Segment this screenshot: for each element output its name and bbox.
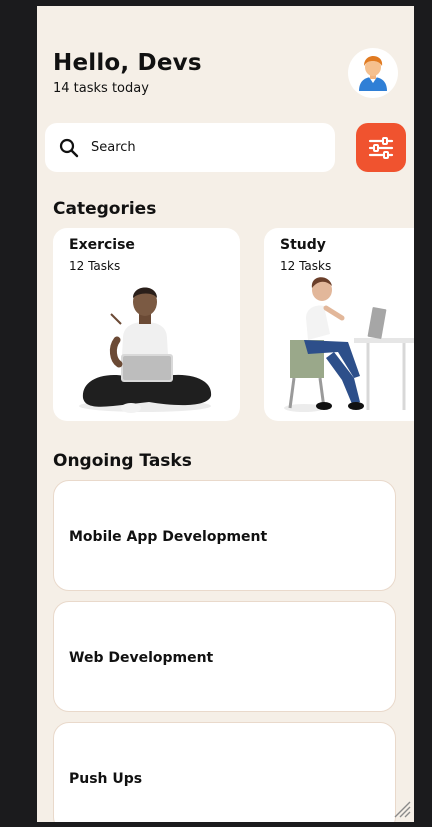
resize-grip-icon[interactable]	[393, 800, 411, 818]
exercise-illustration	[79, 287, 212, 413]
avatar[interactable]	[348, 48, 398, 98]
task-title: Mobile App Development	[69, 529, 268, 545]
category-card-study[interactable]: Study 12 Tasks	[264, 228, 414, 421]
ongoing-tasks-heading: Ongoing Tasks	[53, 451, 192, 471]
sliders-icon	[368, 136, 394, 159]
task-card[interactable]: Push Ups	[53, 722, 396, 822]
page-title: Hello, Devs	[53, 50, 202, 76]
tasks-today-count: 14 tasks today	[53, 81, 149, 96]
user-avatar-icon	[359, 56, 387, 91]
task-card[interactable]: Web Development	[53, 601, 396, 712]
task-card[interactable]: Mobile App Development	[53, 480, 396, 591]
study-illustration	[284, 277, 414, 412]
task-title: Web Development	[69, 650, 214, 666]
categories-heading: Categories	[53, 199, 157, 219]
task-title: Push Ups	[69, 771, 143, 787]
category-name: Exercise	[69, 237, 135, 253]
app-screen: Hello, Devs 14 tasks today Search Catego…	[37, 6, 414, 822]
filter-button[interactable]	[356, 123, 406, 172]
category-name: Study	[280, 237, 326, 253]
greeting-block: Hello, Devs 14 tasks today	[53, 50, 202, 96]
search-input[interactable]: Search	[45, 123, 335, 172]
search-placeholder: Search	[91, 140, 136, 155]
category-card-exercise[interactable]: Exercise 12 Tasks	[53, 228, 240, 421]
search-icon	[59, 138, 79, 158]
